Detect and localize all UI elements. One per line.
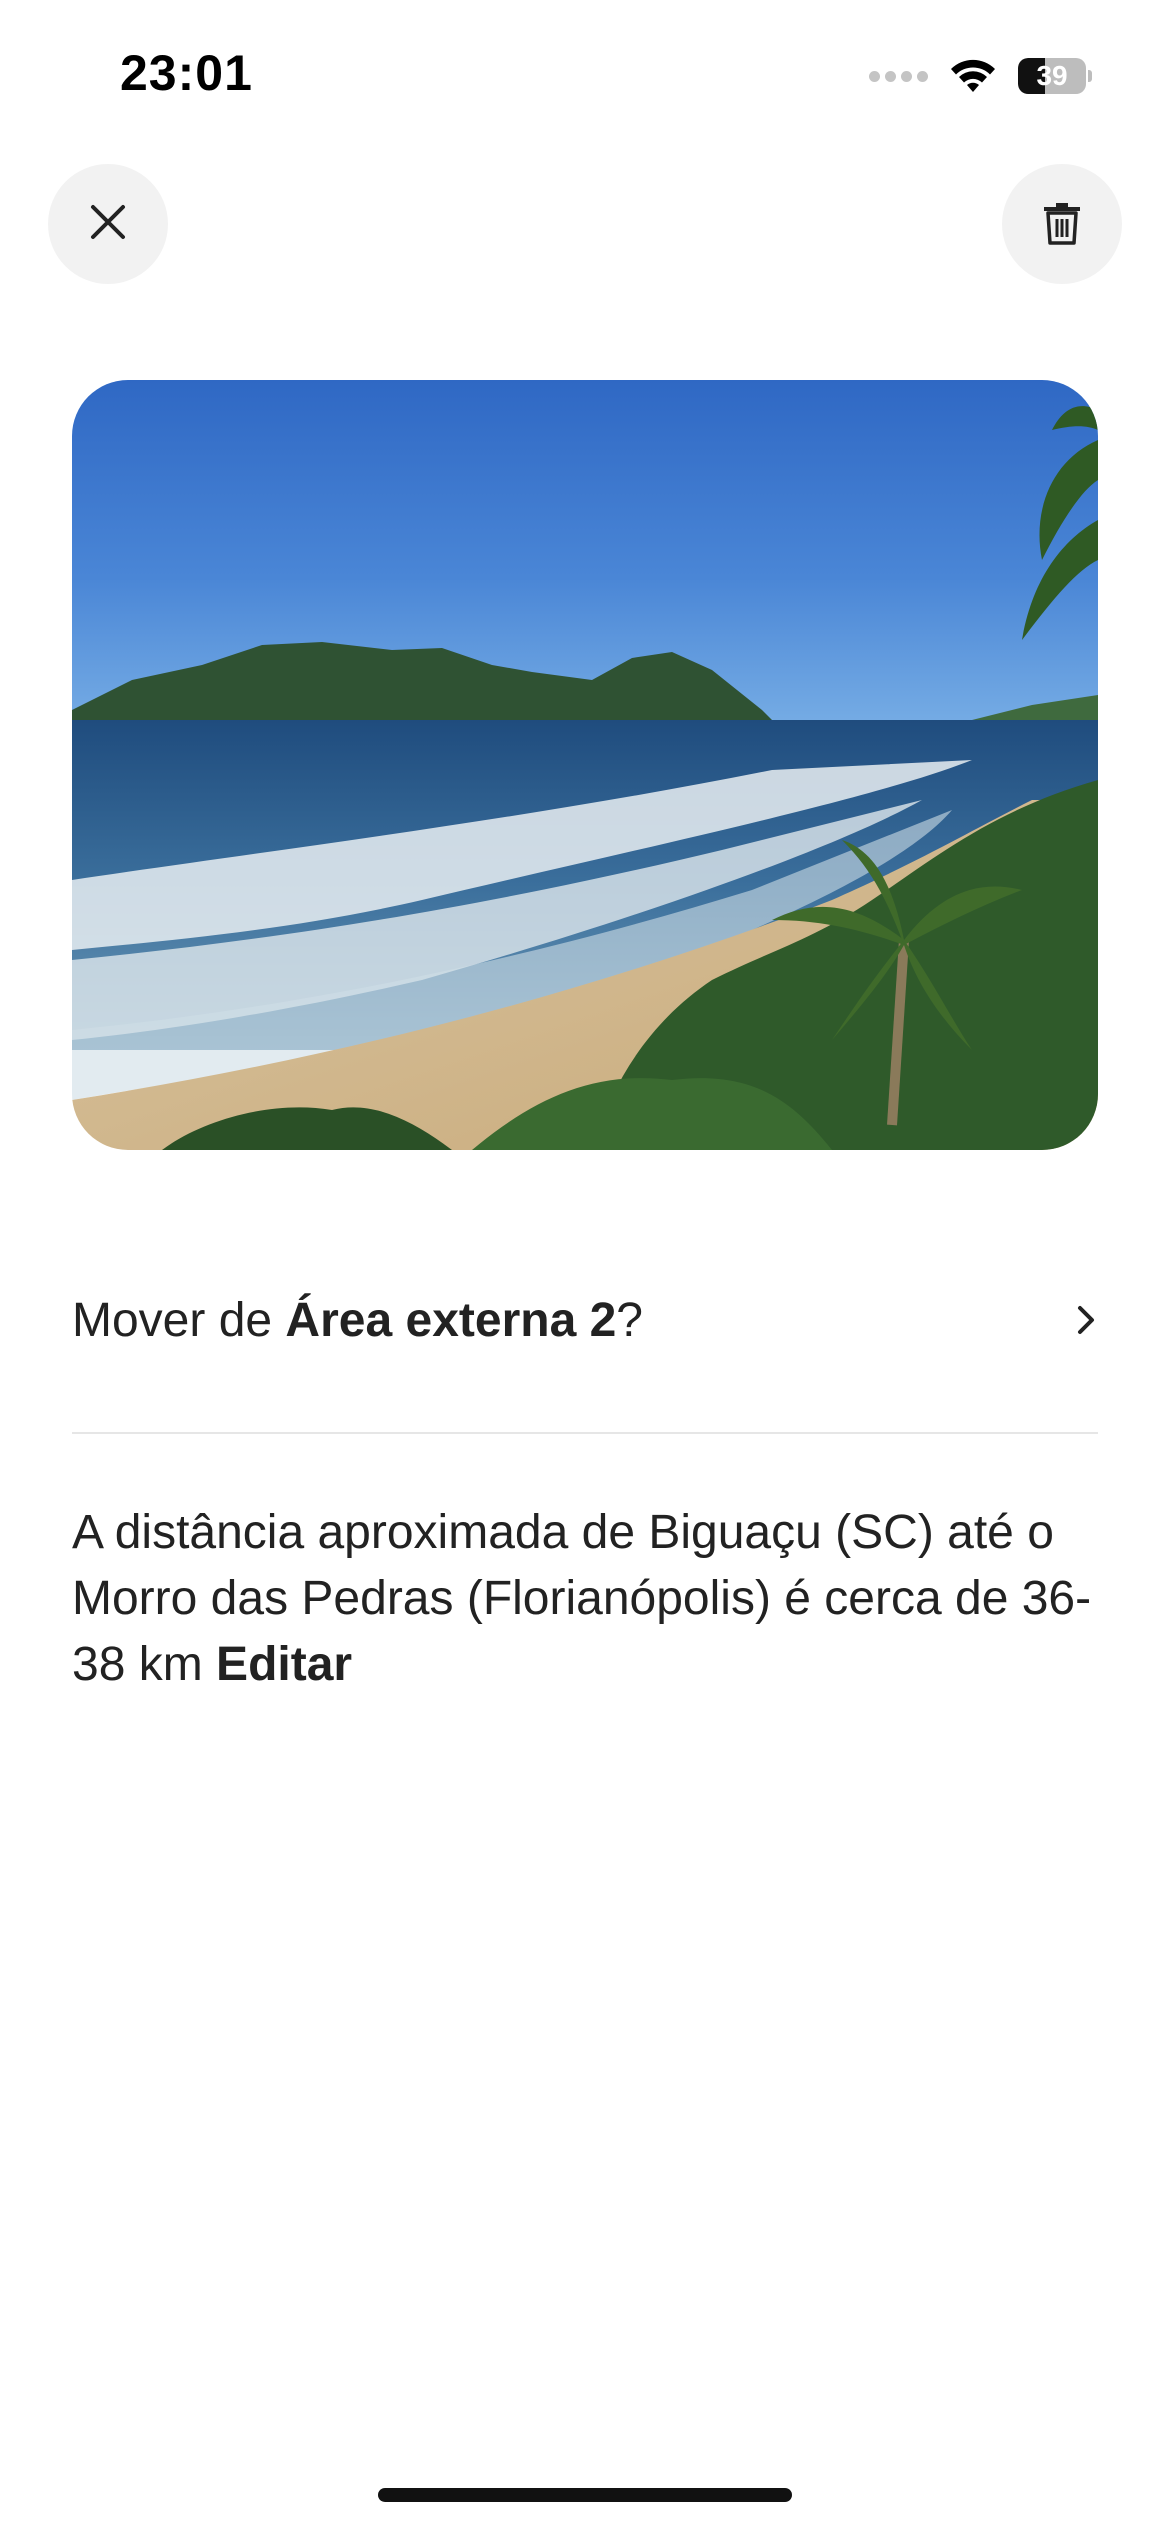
move-area-label: Mover de Área externa 2? [72, 1293, 643, 1348]
battery-icon: 39 [1018, 57, 1092, 95]
divider [72, 1432, 1098, 1434]
battery-level: 39 [1036, 60, 1068, 91]
beach-photo [72, 380, 1098, 1150]
area-name: Área externa 2 [285, 1293, 617, 1347]
close-icon [88, 202, 128, 247]
edit-link[interactable]: Editar [216, 1638, 352, 1691]
photo-description: A distância aproximada de Biguaçu (SC) a… [72, 1500, 1098, 1698]
trash-icon [1042, 199, 1082, 250]
move-suffix: ? [616, 1293, 643, 1347]
status-icons: 39 [869, 56, 1092, 96]
home-indicator[interactable] [378, 2488, 792, 2502]
wifi-icon [950, 58, 996, 94]
chevron-right-icon [1074, 1302, 1098, 1338]
delete-button[interactable] [1002, 164, 1122, 284]
move-prefix: Mover de [72, 1293, 286, 1347]
move-area-row[interactable]: Mover de Área externa 2? [72, 1260, 1098, 1380]
status-time: 23:01 [120, 45, 253, 101]
close-button[interactable] [48, 164, 168, 284]
cellular-signal-icon [869, 70, 928, 82]
status-bar: 23:01 39 [0, 0, 1170, 150]
